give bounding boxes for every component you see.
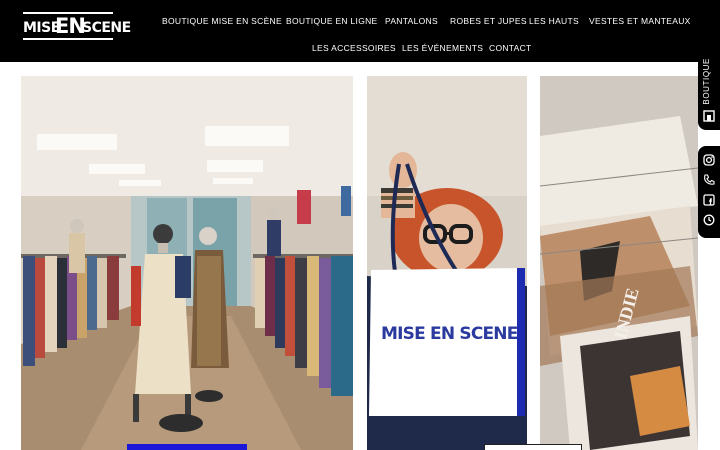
logo-bottom-rule — [23, 38, 113, 40]
boutique-tab-label: BOUTIQUE — [702, 58, 711, 105]
shop-interior-image[interactable] — [21, 76, 353, 450]
shop-icon — [703, 110, 715, 122]
site-header: MISE EN SCENE BOUTIQUE MISE EN SCÈNE BOU… — [0, 0, 720, 62]
boutique-side-tab[interactable]: BOUTIQUE — [698, 48, 720, 130]
nav-robes-et-jupes[interactable]: ROBES ET JUPES — [450, 16, 527, 26]
social-side-tab — [698, 146, 720, 238]
shop-cta-button[interactable] — [127, 444, 247, 450]
magazines-illustration — [540, 76, 698, 450]
logo-word-2: EN — [55, 14, 86, 38]
nav-les-accessoires[interactable]: LES ACCESSOIRES — [312, 43, 396, 53]
clock-icon[interactable] — [703, 214, 715, 226]
instagram-icon[interactable] — [703, 154, 715, 166]
shopping-bag-image[interactable]: MISE EN SCENE — [367, 76, 527, 450]
nav-contact[interactable]: CONTACT — [489, 43, 532, 53]
site-logo[interactable]: MISE EN SCENE — [23, 12, 131, 40]
phone-icon[interactable] — [703, 174, 715, 186]
shop-interior-illustration — [21, 76, 353, 450]
logo-word-3: SCENE — [82, 20, 131, 36]
nav-les-hauts[interactable]: LES HAUTS — [529, 16, 579, 26]
nav-pantalons[interactable]: PANTALONS — [385, 16, 438, 26]
magazines-image[interactable]: INDIE — [540, 76, 698, 450]
nav-boutique-en-ligne[interactable]: BOUTIQUE EN LIGNE — [286, 16, 378, 26]
nav-les-evenements[interactable]: LES ÉVÉNEMENTS — [402, 43, 483, 53]
bag-brand-text: MISE EN SCENE — [381, 324, 518, 344]
nav-boutique-mise-en-scene[interactable]: BOUTIQUE MISE EN SCÈNE — [162, 16, 282, 26]
shopping-bag-illustration — [367, 76, 527, 450]
facebook-icon[interactable] — [703, 194, 715, 206]
secondary-cta-button[interactable] — [484, 444, 582, 450]
nav-vestes-et-manteaux[interactable]: VESTES ET MANTEAUX — [589, 16, 691, 26]
